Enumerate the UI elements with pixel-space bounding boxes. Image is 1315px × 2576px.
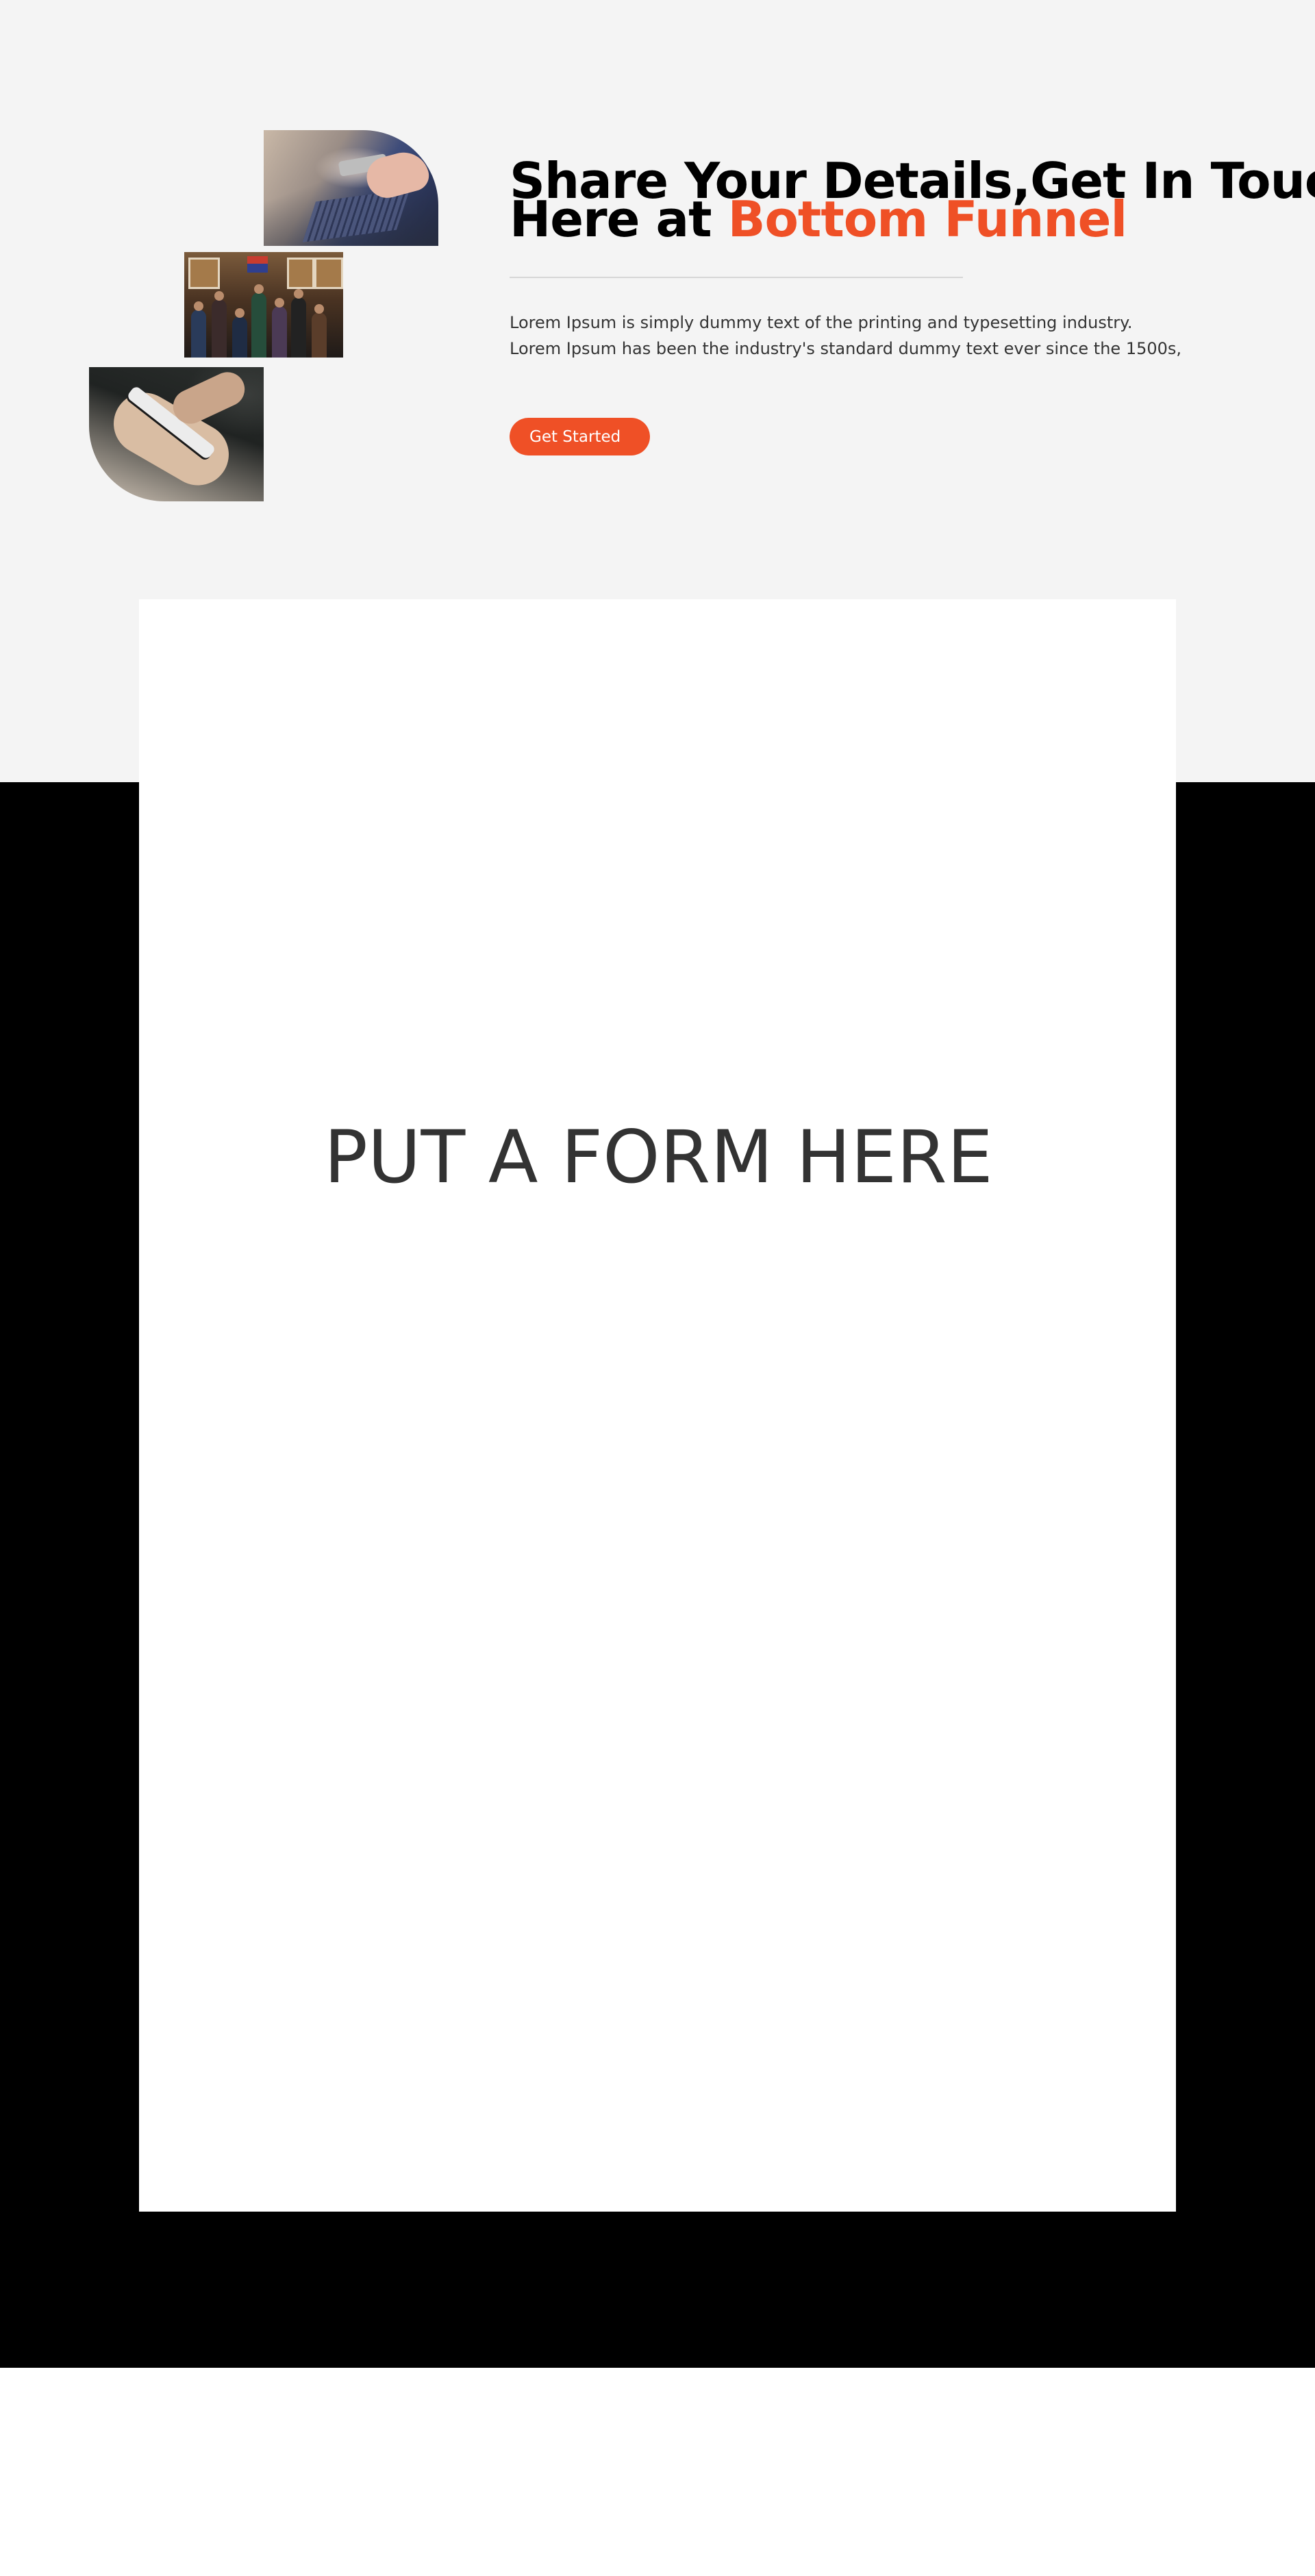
get-started-button[interactable]: Get Started (510, 418, 650, 455)
person-head (294, 289, 303, 299)
description-line-1: Lorem Ipsum is simply dummy text of the … (510, 313, 1133, 332)
person (232, 316, 247, 358)
wall-frame (188, 258, 220, 289)
person-head (235, 308, 245, 318)
hero-headline: Share Your Details,Get In Touch Here at B… (510, 156, 1315, 244)
person-head (214, 291, 224, 301)
headline-line-2-prefix: Here at (510, 190, 728, 248)
form-placeholder-text: PUT A FORM HERE (324, 1115, 993, 1199)
person-head (194, 301, 203, 311)
hero-description: Lorem Ipsum is simply dummy text of the … (510, 310, 1222, 362)
group-photo (184, 252, 343, 358)
form-card: PUT A FORM HERE (139, 599, 1176, 2212)
brand-name: Bottom Funnel (727, 190, 1128, 248)
person (312, 312, 327, 358)
footer-spacer (0, 2368, 1315, 2576)
person (191, 310, 206, 358)
flag (247, 256, 268, 273)
hand (167, 367, 251, 429)
person-head (314, 304, 324, 314)
person (251, 292, 266, 358)
wall-frame (314, 258, 343, 289)
smartphone-photo (89, 367, 264, 501)
person (291, 297, 306, 358)
wall-frame (287, 258, 314, 289)
headline-divider (510, 277, 963, 278)
laptop-keyboard (302, 189, 410, 242)
description-line-2: Lorem Ipsum has been the industry's stan… (510, 339, 1182, 358)
person-head (275, 298, 284, 308)
person-head (254, 284, 264, 294)
person (272, 306, 287, 358)
person (212, 299, 227, 358)
